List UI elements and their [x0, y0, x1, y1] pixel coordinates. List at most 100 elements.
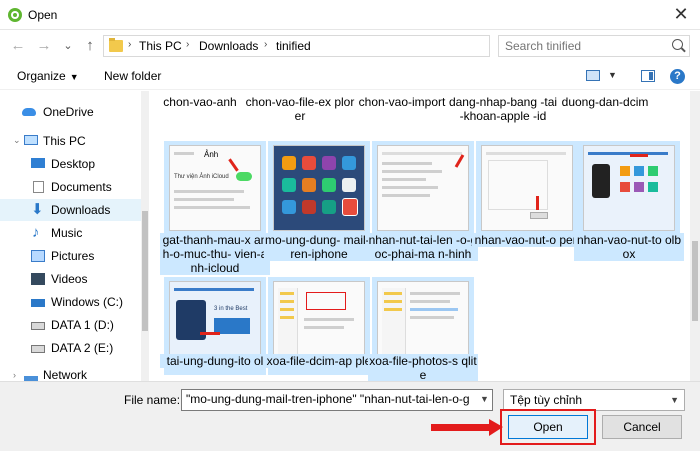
- address-row: ← → ⌄ ↑ › This PC › Downloads › tinified…: [0, 30, 700, 64]
- file-tile[interactable]: [476, 141, 578, 239]
- file-list-scrollbar[interactable]: [690, 91, 700, 381]
- sidebar-item-label: DATA 1 (D:): [51, 318, 114, 332]
- window-title: Open: [28, 8, 58, 22]
- up-arrow-icon[interactable]: ↑: [80, 36, 100, 56]
- computer-icon: [24, 135, 38, 145]
- view-dropdown-icon[interactable]: ▼: [608, 70, 617, 80]
- scrollbar-thumb[interactable]: [142, 211, 148, 331]
- sidebar-item-pictures[interactable]: Pictures: [0, 245, 148, 267]
- sidebar-item-label: Music: [51, 226, 83, 240]
- breadcrumb-separator-icon: ›: [186, 39, 190, 50]
- change-view-icon[interactable]: [586, 70, 600, 81]
- music-icon: [31, 224, 45, 241]
- thumbnail-image: [583, 145, 675, 231]
- breadcrumb-downloads[interactable]: Downloads: [199, 39, 258, 53]
- dialog-footer: File name: "mo-ung-dung-mail-tren-iphone…: [0, 381, 700, 451]
- new-folder-button[interactable]: New folder: [104, 69, 161, 83]
- help-icon[interactable]: ?: [670, 69, 685, 84]
- drive-icon: [31, 322, 45, 330]
- sidebar-item-onedrive[interactable]: OneDrive: [0, 101, 148, 123]
- documents-icon: [33, 181, 44, 193]
- downloads-icon: [31, 200, 45, 218]
- thumbnail-image: Ảnh Thư viện Ảnh iCloud: [169, 145, 261, 231]
- sidebar-item-desktop[interactable]: Desktop: [0, 153, 148, 175]
- breadcrumb-tinified[interactable]: tinified: [276, 39, 311, 53]
- back-arrow-icon[interactable]: ←: [8, 36, 28, 56]
- breadcrumb-this-pc[interactable]: This PC: [139, 39, 182, 53]
- file-name-input[interactable]: "mo-ung-dung-mail-tren-iphone" "nhan-nut…: [181, 389, 493, 411]
- chevron-right-icon[interactable]: ›: [13, 370, 16, 380]
- folder-icon: [109, 38, 123, 52]
- file-name[interactable]: nhan-nut-tai-len -o-goc-phai-ma n-hinh: [368, 233, 478, 261]
- drive-icon: [31, 345, 45, 353]
- title-bar: Open ✕: [0, 0, 700, 30]
- file-name[interactable]: nhan-vao-nut-to olbox: [574, 233, 684, 261]
- thumbnail-image: [273, 145, 365, 231]
- thumbnail-image: [377, 145, 469, 231]
- app-icon: [8, 8, 22, 22]
- address-bar[interactable]: › This PC › Downloads › tinified ▼ ↻: [103, 35, 586, 57]
- scrollbar-thumb[interactable]: [692, 241, 698, 321]
- desktop-icon: [31, 158, 45, 168]
- chevron-down-icon[interactable]: ⌄: [13, 135, 21, 146]
- close-icon[interactable]: ✕: [668, 2, 694, 26]
- search-icon[interactable]: [672, 39, 683, 50]
- file-name[interactable]: xoa-file-photos-s qlite: [368, 354, 478, 381]
- windows-drive-icon: [31, 299, 45, 307]
- file-name[interactable]: gat-thanh-mau-x anh-o-muc-thu- vien-anh-…: [160, 233, 270, 275]
- file-name-dropdown-icon[interactable]: ▼: [480, 394, 489, 404]
- sidebar-item-label: Desktop: [51, 157, 96, 171]
- organize-button[interactable]: Organize ▼: [17, 69, 79, 83]
- breadcrumb-separator-icon: ›: [128, 39, 132, 50]
- file-name[interactable]: chon-vao-file-ex plorer: [245, 95, 355, 123]
- sidebar-item-data1-d[interactable]: DATA 1 (D:): [0, 314, 148, 336]
- breadcrumb-separator-icon: ›: [264, 39, 268, 50]
- sidebar-item-this-pc[interactable]: ⌄ This PC: [0, 130, 148, 152]
- forward-arrow-icon[interactable]: →: [34, 36, 54, 56]
- sidebar-item-documents[interactable]: Documents: [0, 176, 148, 198]
- file-tile[interactable]: [372, 141, 474, 239]
- sidebar-item-videos[interactable]: Videos: [0, 268, 148, 290]
- file-name-label: File name:: [124, 393, 181, 407]
- sidebar-item-label: OneDrive: [43, 105, 94, 119]
- sidebar-item-label: DATA 2 (E:): [51, 341, 114, 355]
- sidebar-item-label: Downloads: [51, 203, 111, 217]
- file-name[interactable]: duong-dan-dcim: [550, 95, 660, 109]
- navigation-pane: OneDrive ⌄ This PC Desktop Documents Dow…: [0, 91, 148, 381]
- recent-locations-icon[interactable]: ⌄: [58, 36, 78, 56]
- pictures-icon: [31, 250, 45, 262]
- file-name[interactable]: chon-vao-import: [347, 95, 457, 109]
- sidebar-item-label: Pictures: [51, 249, 95, 263]
- sidebar-item-label: Videos: [51, 272, 88, 286]
- preview-pane-icon[interactable]: [641, 70, 655, 82]
- cancel-button[interactable]: Cancel: [602, 415, 682, 439]
- annotation-arrow-icon: [431, 419, 503, 436]
- search-box[interactable]: [498, 35, 690, 57]
- file-name[interactable]: tai-ung-dung-ito ol: [160, 354, 270, 368]
- sidebar-item-network[interactable]: › Network: [0, 367, 148, 381]
- file-name[interactable]: mo-ung-dung- mail-tren-iphone: [264, 233, 374, 261]
- chevron-down-icon: ▼: [670, 395, 679, 405]
- chevron-down-icon: ▼: [69, 72, 79, 82]
- file-tile[interactable]: [268, 141, 370, 239]
- thumbnail-image: [481, 145, 573, 231]
- file-name[interactable]: xoa-file-dcim-ap ple: [264, 354, 374, 368]
- sidebar-scrollbar[interactable]: [141, 91, 149, 381]
- file-name[interactable]: dang-nhap-bang -tai-khoan-apple -id: [448, 95, 558, 123]
- search-input[interactable]: [505, 38, 665, 54]
- organize-label: Organize: [17, 69, 66, 83]
- sidebar-item-data2-e[interactable]: DATA 2 (E:): [0, 337, 148, 359]
- file-name[interactable]: chon-vao-anh: [150, 95, 255, 109]
- sidebar-item-label: Documents: [51, 180, 112, 194]
- sidebar-item-downloads[interactable]: Downloads: [0, 199, 148, 221]
- sidebar-item-label: This PC: [43, 134, 86, 148]
- file-tile[interactable]: Ảnh Thư viện Ảnh iCloud: [164, 141, 266, 239]
- file-tile[interactable]: [578, 141, 680, 239]
- open-button[interactable]: Open: [508, 415, 588, 439]
- sidebar-item-label: Network: [43, 368, 88, 381]
- sidebar-item-windows-c[interactable]: Windows (C:): [0, 291, 148, 313]
- file-name[interactable]: nhan-vao-nut-o pen: [472, 233, 582, 247]
- command-bar: Organize ▼ New folder ▼ ?: [0, 64, 700, 90]
- file-type-select[interactable]: Tệp tùy chỉnh ▼: [503, 389, 685, 411]
- sidebar-item-music[interactable]: Music: [0, 222, 148, 244]
